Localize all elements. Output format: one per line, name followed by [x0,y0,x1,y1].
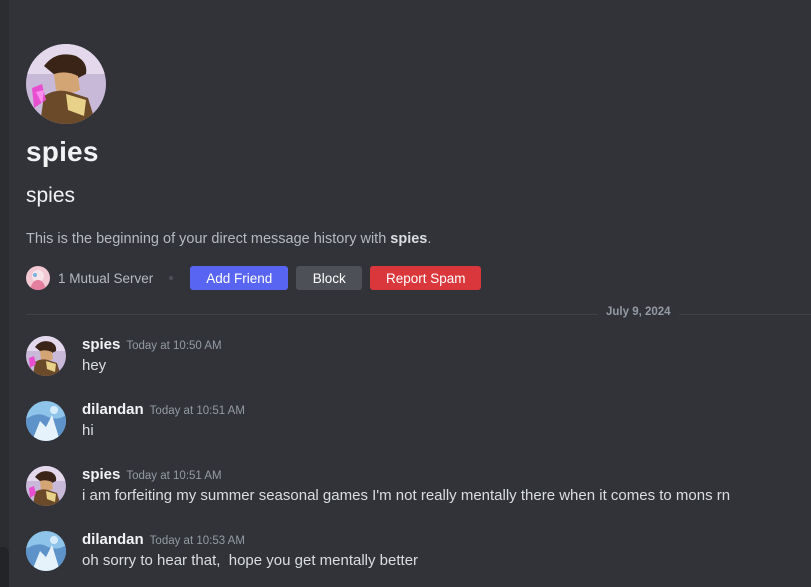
message-header: spies Today at 10:51 AM [82,466,222,484]
separator-dot [169,276,174,280]
message-content: oh sorry to hear that, hope you get ment… [82,552,419,569]
spies-avatar[interactable] [26,466,66,506]
date-divider-line [26,314,811,315]
spies-avatar[interactable] [26,336,66,376]
message-header: dilandan Today at 10:53 AM [82,531,245,549]
dilandan-avatar[interactable] [26,401,66,441]
add-friend-button[interactable]: Add Friend [190,266,289,290]
message-timestamp: Today at 10:50 AM [126,340,222,352]
mutual-server-icon[interactable] [26,266,50,290]
message-content: i am forfeiting my summer seasonal games… [82,487,731,504]
dilandan-avatar[interactable] [26,531,66,571]
message-author[interactable]: dilandan [82,531,144,548]
message-author[interactable]: dilandan [82,401,144,418]
report-spam-button[interactable]: Report Spam [370,266,482,290]
message-author[interactable]: spies [82,466,120,483]
profile-actions: 1 Mutual Server Add Friend Block Report … [26,266,482,290]
intro-prefix: This is the beginning of your direct mes… [26,231,391,247]
profile-username: spies [26,184,76,207]
profile-display-name: spies [26,136,99,167]
message-timestamp: Today at 10:51 AM [149,405,245,417]
block-button[interactable]: Block [296,266,363,290]
intro-suffix: . [427,231,432,247]
profile-avatar[interactable] [26,44,106,124]
server-sidebar-edge [0,0,9,587]
message-header: spies Today at 10:50 AM [82,336,222,354]
message-timestamp: Today at 10:51 AM [126,470,222,482]
message-author[interactable]: spies [82,336,120,353]
message-timestamp: Today at 10:53 AM [149,535,245,547]
dm-intro-text: This is the beginning of your direct mes… [26,231,431,247]
dm-channel: spies spies This is the beginning of you… [0,0,811,587]
intro-name: spies [390,231,428,247]
message-content: hi [82,422,94,439]
message-header: dilandan Today at 10:51 AM [82,401,245,419]
mutual-server-link[interactable]: 1 Mutual Server [58,271,153,286]
user-panel-edge [0,547,9,587]
date-divider-label: July 9, 2024 [598,306,679,318]
message-content: hey [82,357,107,374]
